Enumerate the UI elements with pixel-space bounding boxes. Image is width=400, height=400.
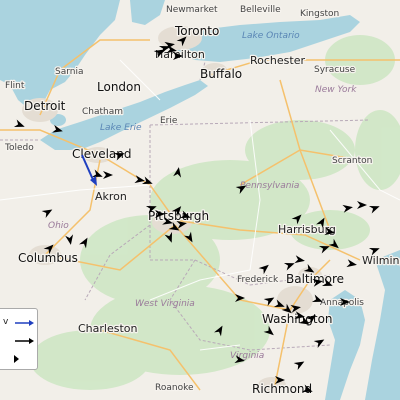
place-label-kingston: Kingston (300, 9, 339, 19)
place-label-roanoke: Roanoke (155, 383, 194, 393)
city-label-rochester: Rochester (250, 54, 305, 67)
city-label-toronto: Toronto (174, 24, 219, 38)
place-label-flint: Flint (5, 81, 25, 91)
region-label-west-virginia: West Virginia (135, 299, 195, 309)
region-label-new-york: New York (315, 85, 357, 95)
region-label-ohio: Ohio (48, 221, 69, 231)
place-label-newmarket: Newmarket (166, 5, 218, 15)
place-label-syracuse: Syracuse (314, 65, 356, 75)
basemap: Toronto Hamilton Buffalo Rochester Londo… (0, 0, 400, 400)
place-label-scranton: Scranton (332, 156, 372, 166)
map-canvas[interactable]: Toronto Hamilton Buffalo Rochester Londo… (0, 0, 400, 400)
city-label-wilmington: Wilmington (362, 254, 400, 267)
city-label-columbus: Columbus (18, 251, 78, 265)
region-label-virginia: Virginia (230, 351, 264, 361)
city-label-buffalo: Buffalo (200, 67, 242, 81)
legend-row-black (1, 333, 35, 349)
region-label-pennsylvania: Pennsylvania (240, 181, 299, 191)
city-label-charleston: Charleston (78, 322, 138, 335)
city-label-detroit: Detroit (24, 99, 66, 113)
legend: v (0, 308, 38, 370)
legend-row-blue: v (1, 315, 35, 331)
city-label-richmond: Richmond (252, 382, 312, 396)
city-label-baltimore: Baltimore (286, 272, 344, 286)
water-label-lake-ontario: Lake Ontario (242, 31, 300, 41)
place-label-toledo: Toledo (4, 143, 34, 153)
small-arrow-icon (14, 355, 19, 363)
legend-row-small (1, 351, 35, 367)
place-label-belleville: Belleville (240, 5, 281, 15)
black-arrow-icon (15, 338, 34, 344)
water-label-lake-erie: Lake Erie (100, 123, 142, 133)
city-label-akron: Akron (95, 190, 127, 203)
place-label-sarnia: Sarnia (55, 67, 84, 77)
place-label-chatham: Chatham (82, 107, 123, 117)
place-label-frederick: Frederick (237, 275, 279, 285)
place-label-erie: Erie (160, 116, 178, 126)
city-label-london: London (97, 80, 141, 94)
blue-arrow-icon (15, 320, 34, 326)
